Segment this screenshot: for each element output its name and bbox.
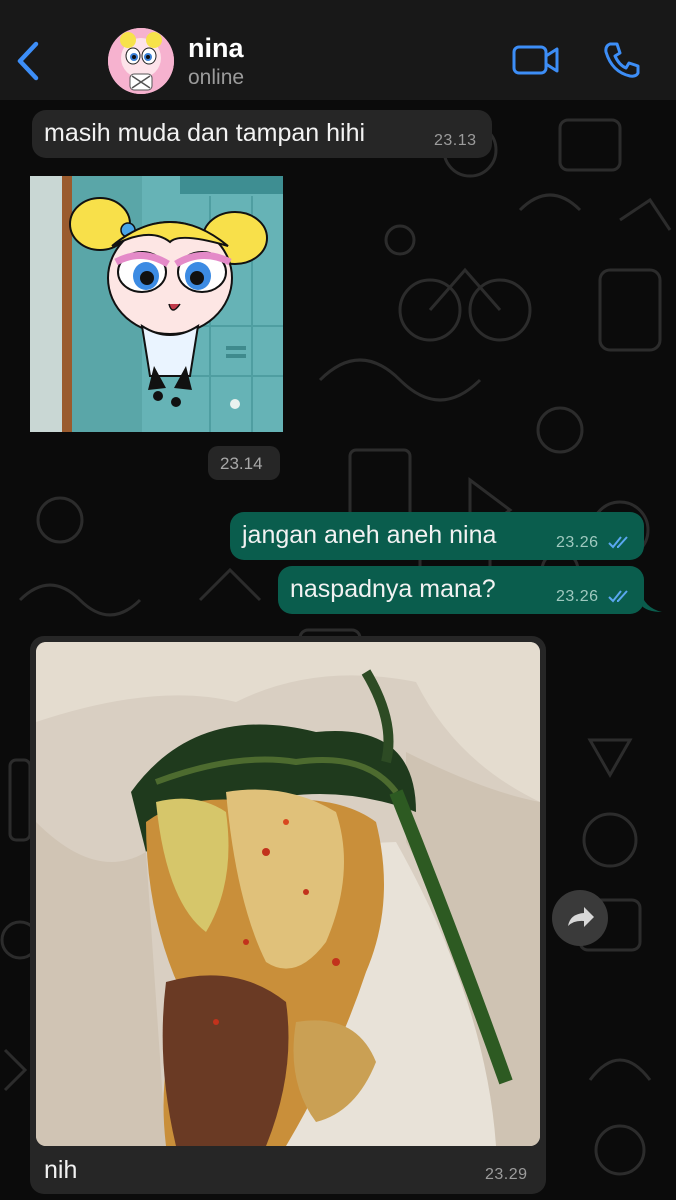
food-photo (36, 642, 540, 1146)
forward-arrow-icon (568, 907, 594, 927)
message-time: 23.29 (485, 1166, 528, 1183)
chevron-left-icon[interactable] (14, 40, 42, 82)
sticker-time-pill: 23.14 (208, 446, 280, 480)
message-time: 23.26 (556, 588, 599, 605)
message-bubble-incoming[interactable]: masih muda dan tampan hihi 23.13 (32, 110, 492, 158)
message-bubble-outgoing[interactable]: naspadnya mana? 23.26 (278, 566, 644, 614)
contact-name[interactable]: nina (188, 33, 244, 64)
cartoon-girl-image (30, 176, 283, 432)
food-photo-image (36, 642, 540, 1146)
double-check-icon (608, 590, 628, 603)
message-time: 23.13 (434, 132, 477, 149)
double-check-icon (608, 536, 628, 549)
message-time: 23.14 (220, 454, 263, 473)
video-camera-icon[interactable] (512, 42, 560, 78)
image-message-photo[interactable]: nih 23.29 (30, 636, 546, 1194)
message-bubble-outgoing[interactable]: jangan aneh aneh nina 23.26 (230, 512, 644, 560)
chat-header: nina online (0, 0, 676, 100)
avatar-cartoon-icon (108, 28, 174, 94)
message-text: masih muda dan tampan hihi (44, 119, 366, 147)
message-text: naspadnya mana? (290, 575, 496, 603)
message-time: 23.26 (556, 534, 599, 551)
image-message-sticker[interactable] (30, 176, 283, 432)
message-text: jangan aneh aneh nina (242, 521, 497, 549)
contact-status: online (188, 66, 245, 89)
phone-icon[interactable] (602, 40, 642, 80)
forward-button[interactable] (552, 890, 608, 946)
image-caption: nih (44, 1156, 78, 1184)
avatar[interactable] (108, 28, 174, 94)
